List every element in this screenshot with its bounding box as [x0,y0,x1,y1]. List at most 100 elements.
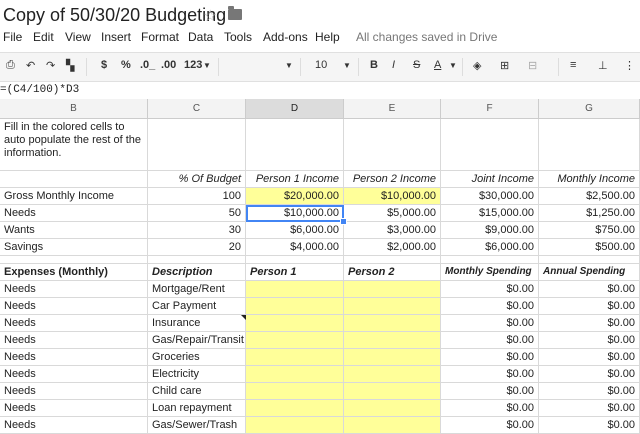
person2-expense-cell[interactable] [344,383,441,400]
annual-spending-cell[interactable]: $0.00 [539,281,640,298]
empty-cell[interactable] [0,256,148,264]
paint-format-icon[interactable]: ▚ [66,59,74,72]
expense-category-cell[interactable]: Needs [0,366,148,383]
person1-expense-cell[interactable] [246,366,344,383]
italic-button[interactable]: I [392,59,395,71]
percent-cell[interactable]: 30 [148,222,246,239]
annual-spending-cell[interactable]: $0.00 [539,349,640,366]
text-color-chevron-icon[interactable]: ▼ [449,61,457,70]
income-label-cell[interactable]: Gross Monthly Income [0,188,148,205]
empty-cell[interactable] [246,119,344,171]
annual-spending-cell[interactable]: $0.00 [539,298,640,315]
expense-category-cell[interactable]: Needs [0,400,148,417]
annual-spending-cell[interactable]: $0.00 [539,366,640,383]
expense-description-cell[interactable]: Gas/Sewer/Trash [148,417,246,434]
person1-expense-cell[interactable] [246,281,344,298]
expense-description-cell[interactable]: Electricity [148,366,246,383]
person1-income-cell[interactable]: $4,000.00 [246,239,344,256]
monthly-income-cell[interactable]: $750.00 [539,222,640,239]
monthly-spending-cell[interactable]: $0.00 [441,400,539,417]
joint-income-cell[interactable]: $30,000.00 [441,188,539,205]
joint-income-cell[interactable]: $6,000.00 [441,239,539,256]
person2-expense-cell[interactable] [344,281,441,298]
person1-expense-cell[interactable] [246,400,344,417]
fill-handle[interactable] [340,218,347,225]
empty-cell[interactable] [441,119,539,171]
person2-income-cell[interactable]: $5,000.00 [344,205,441,222]
expense-category-cell[interactable]: Needs [0,315,148,332]
redo-icon[interactable]: ↷ [46,59,55,72]
expense-description-cell[interactable]: Insurance [148,315,246,332]
person1-income-cell[interactable]: $20,000.00 [246,188,344,205]
menu-insert[interactable]: Insert [101,30,131,44]
align-icon[interactable]: ≡ [570,59,576,71]
expense-header-cell[interactable]: Monthly Spending [441,264,539,281]
merge-cells-icon[interactable]: ⊟ [528,59,537,72]
expense-description-cell[interactable]: Gas/Repair/Transit [148,332,246,349]
expense-category-cell[interactable]: Needs [0,298,148,315]
expense-description-cell[interactable]: Mortgage/Rent [148,281,246,298]
more-icon[interactable]: ⋮ [624,59,635,72]
joint-income-cell[interactable]: $15,000.00 [441,205,539,222]
menu-edit[interactable]: Edit [33,30,54,44]
empty-cell[interactable] [441,256,539,264]
person1-expense-cell[interactable] [246,417,344,434]
person2-expense-cell[interactable] [344,332,441,349]
person2-income-cell[interactable]: $10,000.00 [344,188,441,205]
expense-category-cell[interactable]: Needs [0,349,148,366]
expense-header-cell[interactable]: Description [148,264,246,281]
expense-description-cell[interactable]: Loan repayment [148,400,246,417]
monthly-spending-cell[interactable]: $0.00 [441,349,539,366]
expense-category-cell[interactable]: Needs [0,281,148,298]
person2-expense-cell[interactable] [344,417,441,434]
expense-header-cell[interactable]: Annual Spending [539,264,640,281]
person1-expense-cell[interactable] [246,298,344,315]
menu-help[interactable]: Help [315,30,340,44]
monthly-spending-cell[interactable]: $0.00 [441,383,539,400]
column-header-c[interactable]: C [148,99,246,119]
selected-cell[interactable]: $10,000.00 [246,205,344,222]
folder-icon[interactable] [228,6,242,20]
monthly-spending-cell[interactable]: $0.00 [441,281,539,298]
person1-expense-cell[interactable] [246,315,344,332]
font-family-chevron-icon[interactable]: ▼ [285,61,293,70]
font-size-chevron-icon[interactable]: ▼ [343,61,351,70]
menu-addons[interactable]: Add-ons [263,30,308,44]
person1-expense-cell[interactable] [246,383,344,400]
annual-spending-cell[interactable]: $0.00 [539,417,640,434]
annual-spending-cell[interactable]: $0.00 [539,400,640,417]
empty-cell[interactable] [148,256,246,264]
expense-header-cell[interactable]: Expenses (Monthly) [0,264,148,281]
annual-spending-cell[interactable]: $0.00 [539,315,640,332]
annual-spending-cell[interactable]: $0.00 [539,383,640,400]
empty-cell[interactable] [246,256,344,264]
person2-expense-cell[interactable] [344,315,441,332]
income-label-cell[interactable]: Wants [0,222,148,239]
formula-bar[interactable]: =(C4/100)*D3 [0,81,640,100]
annual-spending-cell[interactable]: $0.00 [539,332,640,349]
expense-description-cell[interactable]: Child care [148,383,246,400]
number-format-dropdown[interactable]: 123 [184,59,202,71]
monthly-spending-cell[interactable]: $0.00 [441,315,539,332]
comment-indicator-icon[interactable] [241,315,246,320]
percent-cell[interactable]: 20 [148,239,246,256]
increase-decimal-button[interactable]: .00 [161,59,176,71]
income-label-cell[interactable]: Savings [0,239,148,256]
empty-cell[interactable] [344,256,441,264]
undo-icon[interactable]: ↶ [26,59,35,72]
monthly-income-cell[interactable]: $500.00 [539,239,640,256]
expense-header-cell[interactable]: Person 1 [246,264,344,281]
income-header-cell[interactable]: % Of Budget [148,171,246,188]
monthly-income-cell[interactable]: $1,250.00 [539,205,640,222]
income-label-cell[interactable]: Needs [0,205,148,222]
person2-income-cell[interactable]: $3,000.00 [344,222,441,239]
expense-description-cell[interactable]: Groceries [148,349,246,366]
monthly-spending-cell[interactable]: $0.00 [441,298,539,315]
person1-expense-cell[interactable] [246,332,344,349]
percent-format-button[interactable]: % [121,59,131,71]
font-size-dropdown[interactable]: 10 [315,59,327,71]
person2-expense-cell[interactable] [344,298,441,315]
income-header-cell[interactable]: Person 2 Income [344,171,441,188]
monthly-income-cell[interactable]: $2,500.00 [539,188,640,205]
column-header-b[interactable]: B [0,99,148,119]
